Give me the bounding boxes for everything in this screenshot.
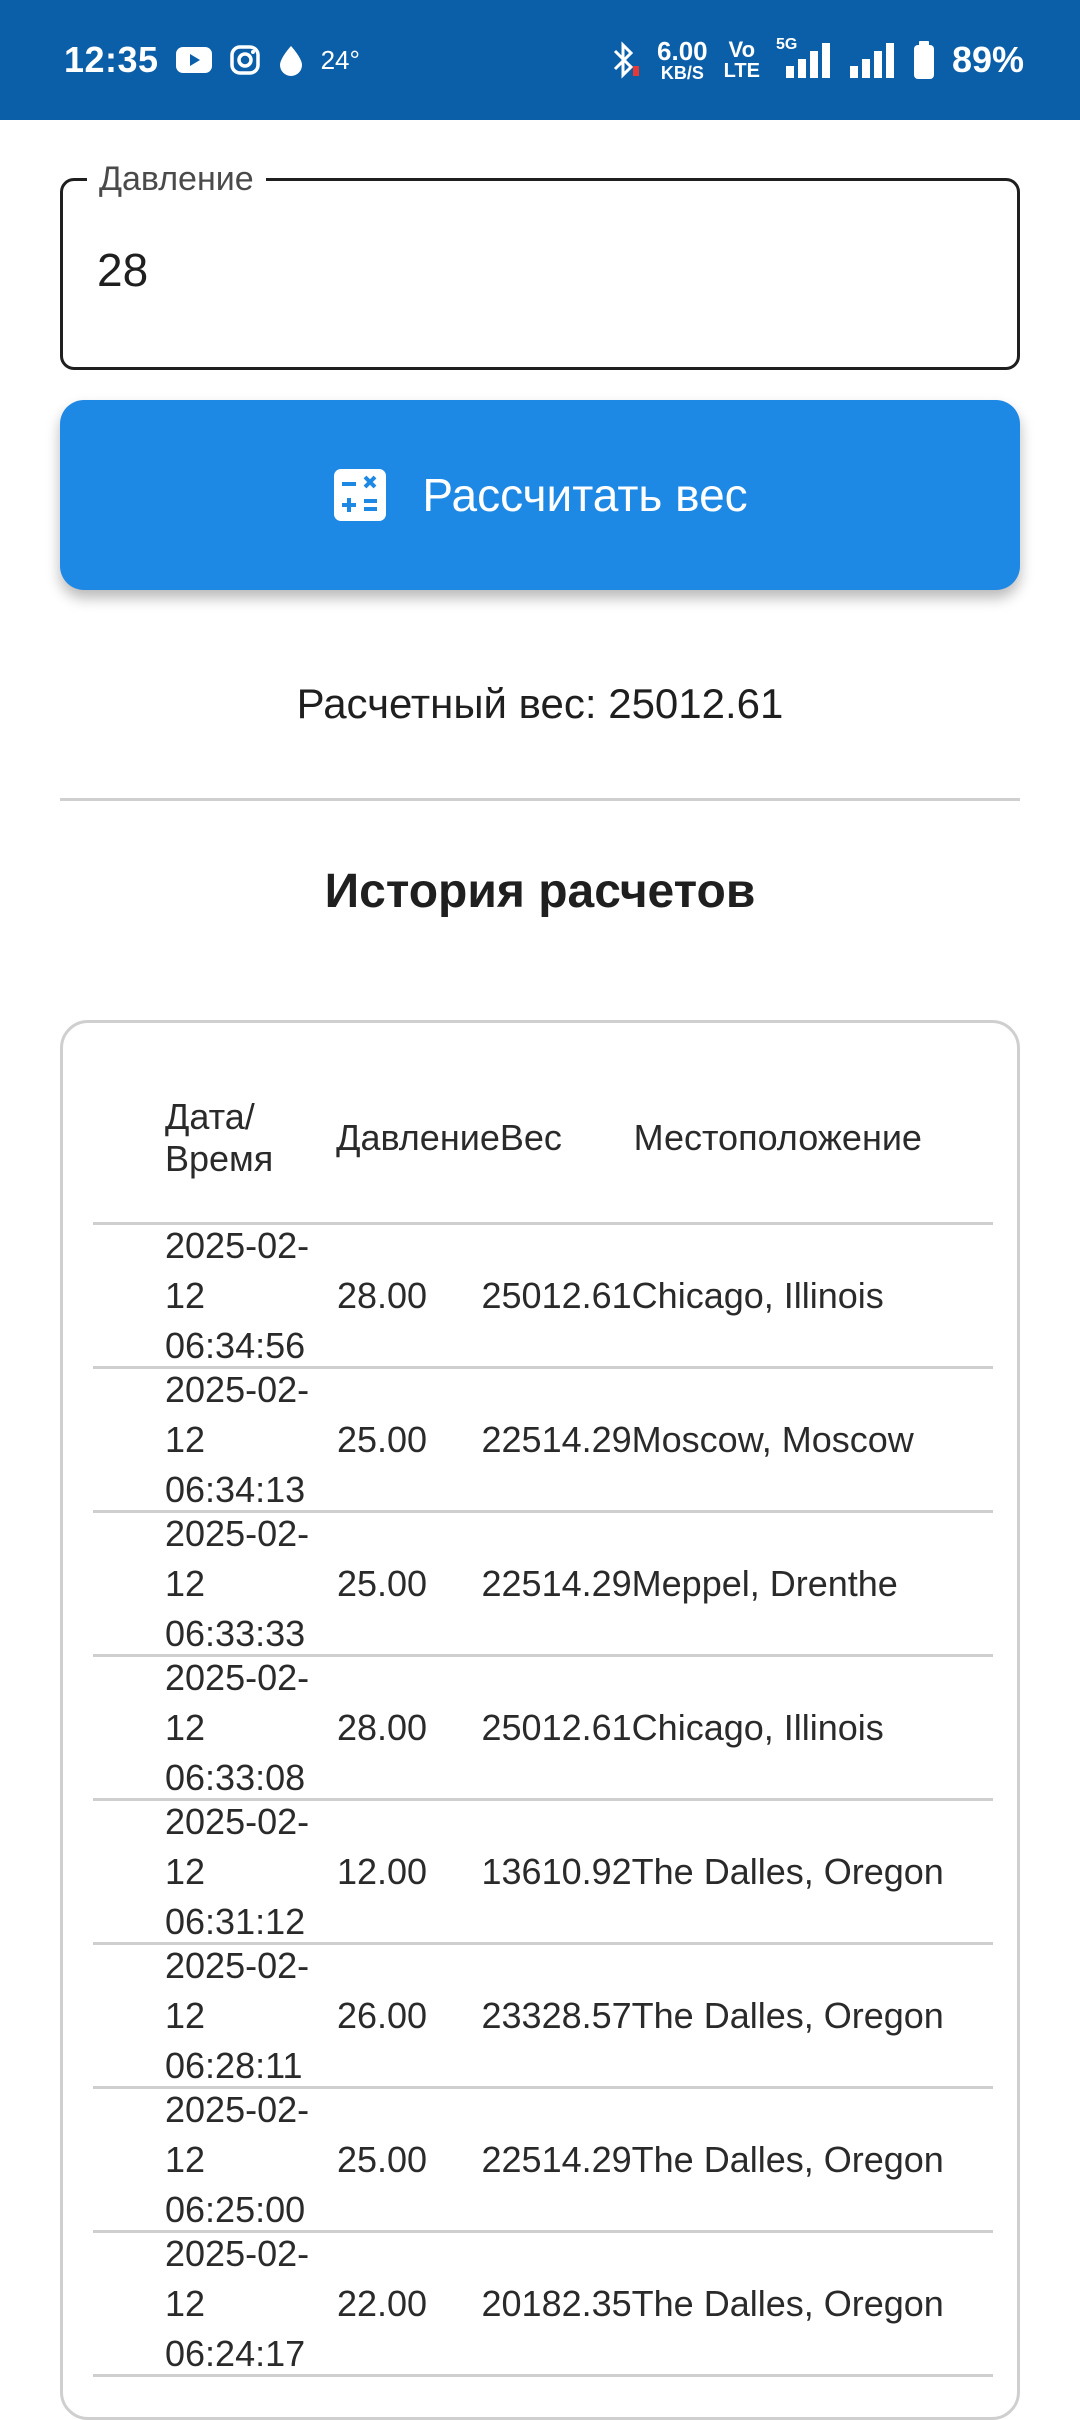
column-header-weight[interactable]: Вес <box>500 1117 634 1159</box>
table-row[interactable]: 2025-02-12 06:24:17 22.00 20182.35 The Dalle… <box>93 2233 993 2377</box>
cell-datetime: 2025-02-12 06:25:00 <box>93 2085 337 2235</box>
pressure-input[interactable] <box>97 243 977 297</box>
cell-weight: 22514.29 <box>481 1562 632 1604</box>
cell-date: 2025-02-12 <box>165 1800 310 1892</box>
cell-weight: 22514.29 <box>481 1418 632 1460</box>
clock: 12:35 <box>64 39 159 80</box>
volte-bottom: LTE <box>723 60 760 82</box>
cell-time: 06:34:13 <box>165 1468 306 1510</box>
cell-date: 2025-02-12 <box>165 1224 310 1316</box>
battery-percent: 89% <box>951 39 1024 80</box>
column-header-pressure[interactable]: Давление <box>336 1117 500 1159</box>
cell-location: Moscow, Moscow <box>631 1418 914 1460</box>
cell-pressure: 22.00 <box>336 2282 428 2324</box>
status-bar: 12:35 24° 6.00 KB/S Vo LTE 5G 89% <box>0 0 1080 120</box>
cell-date: 2025-02-12 <box>165 2232 310 2324</box>
history-table-card[interactable]: Дата/Время Давление Вес Местоположение 2… <box>60 1020 1020 2420</box>
cell-time: 06:25:00 <box>165 2188 306 2230</box>
column-header-datetime[interactable]: Дата/Время <box>93 1096 336 1180</box>
calculate-weight-label: Рассчитать вес <box>422 469 748 521</box>
network-5g-label: 5G <box>775 36 798 53</box>
cell-datetime: 2025-02-12 06:31:12 <box>93 1797 337 1947</box>
calculated-weight-result: Расчетный вес: 25012.61 <box>296 680 784 727</box>
cell-location: The Dalles, Oregon <box>631 1994 944 2036</box>
cell-date: 2025-02-12 <box>165 1656 310 1748</box>
cell-date: 2025-02-12 <box>165 1944 310 2036</box>
cell-location: Meppel, Drenthe <box>631 1562 898 1604</box>
status-bar-left: 12:35 24° <box>64 39 360 81</box>
cell-time: 06:31:12 <box>165 1900 306 1942</box>
table-row[interactable]: 2025-02-12 06:33:08 28.00 25012.61 Chicago, … <box>93 1657 993 1801</box>
status-bar-right: 6.00 KB/S Vo LTE 5G 89% <box>607 36 1024 82</box>
instagram-icon <box>229 44 261 76</box>
table-header-row: Дата/Время Давление Вес Местоположение <box>93 1023 993 1225</box>
cell-datetime: 2025-02-12 06:34:56 <box>93 1221 337 1371</box>
cell-time: 06:33:33 <box>165 1612 306 1654</box>
network-speed: 6.00 KB/S <box>657 38 708 82</box>
table-row[interactable]: 2025-02-12 06:25:00 25.00 22514.29 The Dalle… <box>93 2089 993 2233</box>
battery-icon <box>912 40 936 80</box>
cell-location: Chicago, Illinois <box>631 1706 884 1748</box>
cell-pressure: 28.00 <box>336 1706 428 1748</box>
temperature: 24° <box>320 44 360 75</box>
cell-weight: 22514.29 <box>481 2138 632 2180</box>
cell-datetime: 2025-02-12 06:28:11 <box>93 1941 337 2091</box>
table-body: 2025-02-12 06:34:56 28.00 25012.61 Chicago, … <box>93 1225 1017 2377</box>
divider <box>60 798 1020 801</box>
table-row[interactable]: 2025-02-12 06:31:12 12.00 13610.92 The Dalle… <box>93 1801 993 1945</box>
cell-weight: 23328.57 <box>481 1994 632 2036</box>
cell-time: 06:34:56 <box>165 1324 306 1366</box>
bluetooth-icon <box>607 40 641 80</box>
cell-weight: 13610.92 <box>481 1850 632 1892</box>
column-header-location[interactable]: Местоположение <box>634 1117 993 1159</box>
cell-pressure: 26.00 <box>336 1994 428 2036</box>
network-speed-unit: KB/S <box>660 63 704 83</box>
cell-pressure: 25.00 <box>336 2138 428 2180</box>
calculate-weight-button[interactable]: Рассчитать вес <box>60 400 1020 590</box>
cell-pressure: 28.00 <box>336 1274 428 1316</box>
calculator-icon <box>332 467 388 523</box>
cell-time: 06:33:08 <box>165 1756 306 1798</box>
network-speed-value: 6.00 <box>657 36 708 66</box>
history-table: Дата/Время Давление Вес Местоположение 2… <box>93 1023 1017 2377</box>
cell-date: 2025-02-12 <box>165 1512 310 1604</box>
history-title: История расчетов <box>324 865 756 918</box>
signal-5g-icon: 5G <box>776 36 832 80</box>
cell-weight: 25012.61 <box>481 1274 632 1316</box>
cell-date: 2025-02-12 <box>165 1368 310 1460</box>
weather-drop-icon <box>277 43 305 77</box>
cell-datetime: 2025-02-12 06:33:33 <box>93 1509 337 1659</box>
cell-weight: 25012.61 <box>481 1706 632 1748</box>
pressure-field-label: Давление <box>87 159 266 199</box>
cell-datetime: 2025-02-12 06:34:13 <box>93 1365 337 1515</box>
volte-indicator: Vo LTE <box>723 37 760 82</box>
table-row[interactable]: 2025-02-12 06:28:11 26.00 23328.57 The Dalle… <box>93 1945 993 2089</box>
youtube-icon <box>175 46 213 74</box>
cell-location: The Dalles, Oregon <box>631 2282 944 2324</box>
cell-datetime: 2025-02-12 06:33:08 <box>93 1653 337 1803</box>
signal-icon <box>848 40 896 80</box>
cell-location: The Dalles, Oregon <box>631 1850 944 1892</box>
cell-weight: 20182.35 <box>481 2282 632 2324</box>
table-row[interactable]: 2025-02-12 06:33:33 25.00 22514.29 Meppel, D… <box>93 1513 993 1657</box>
cell-pressure: 12.00 <box>336 1850 428 1892</box>
cell-datetime: 2025-02-12 06:24:17 <box>93 2229 337 2379</box>
pressure-field[interactable]: Давление <box>60 159 1020 370</box>
cell-location: The Dalles, Oregon <box>631 2138 944 2180</box>
cell-time: 06:28:11 <box>165 2044 303 2086</box>
table-row[interactable]: 2025-02-12 06:34:13 25.00 22514.29 Moscow, M… <box>93 1369 993 1513</box>
volte-top: Vo <box>728 37 756 62</box>
cell-location: Chicago, Illinois <box>631 1274 884 1316</box>
cell-time: 06:24:17 <box>165 2332 306 2374</box>
cell-date: 2025-02-12 <box>165 2088 310 2180</box>
cell-pressure: 25.00 <box>336 1418 428 1460</box>
cell-pressure: 25.00 <box>336 1562 428 1604</box>
table-row[interactable]: 2025-02-12 06:34:56 28.00 25012.61 Chicago, … <box>93 1225 993 1369</box>
